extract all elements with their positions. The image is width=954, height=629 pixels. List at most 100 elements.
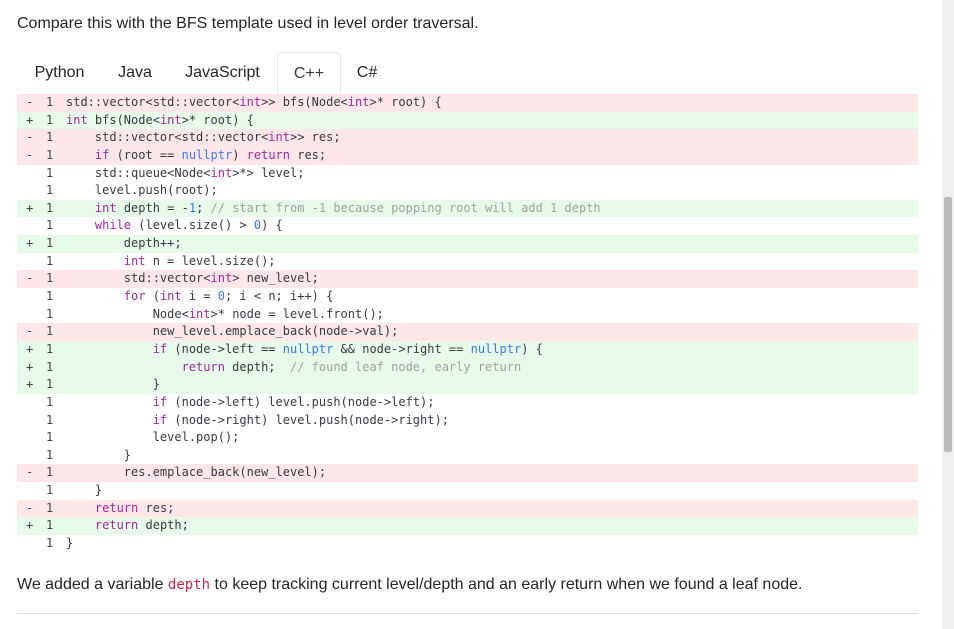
diff-line-context: 1 while (level.size() > 0) { [17,217,918,235]
diff-code-block: -1 std::vector<std::vector<int>> bfs(Node… [17,94,918,553]
section-divider [17,613,918,614]
code-text: } [66,536,74,551]
line-number: 1 [46,183,54,198]
diff-marker: - [26,500,34,515]
diff-line-added: +1 if (node->left == nullptr && node->ri… [17,340,918,359]
line-number: 1 [46,130,54,145]
line-number: 1 [46,518,54,533]
tab-python[interactable]: Python [17,52,102,93]
code-text: std::queue<Node<int>*> level; [66,165,305,180]
diff-line-removed: -1 std::vector<std::vector<int>> bfs(Node… [17,94,918,112]
line-number: 1 [46,447,54,462]
tab-cpp[interactable]: C++ [277,52,341,95]
code-text: res.emplace_back(new_level); [66,465,327,480]
line-number: 1 [46,341,54,356]
diff-line-context: 1 for (int i = 0; i < n; i++) { [17,288,918,306]
code-text: } [66,377,160,392]
diff-line-removed: -1 std::vector<std::vector<int>> res; [17,129,918,147]
line-number: 1 [46,165,54,180]
outro-text-before: We added a variable [17,576,168,593]
diff-marker: + [26,518,34,533]
diff-marker: - [26,324,34,339]
line-number: 1 [46,500,54,515]
diff-line-added: +1 depth++; [17,235,918,253]
inline-code-depth: depth [167,577,211,593]
line-number: 1 [46,218,54,233]
diff-line-context: 1 if (node->right) level.push(node->righ… [17,412,918,430]
intro-paragraph: Compare this with the BFS template used … [17,15,479,32]
diff-line-removed: -1 std::vector<int> new_level; [17,270,918,289]
diff-marker: + [26,112,34,127]
line-number: 1 [46,359,54,374]
diff-marker: + [26,200,34,215]
code-text: } [66,447,132,462]
diff-line-context: 1 int n = level.size(); [17,253,918,271]
tab-javascript[interactable]: JavaScript [168,52,277,93]
code-text: return res; [94,500,175,515]
scrollbar-thumb[interactable] [944,197,952,452]
code-text: } [66,483,103,498]
line-number: 1 [46,306,54,321]
code-text: std::vector<int> new_level; [66,271,319,286]
code-text: int depth = -1; // start from -1 because… [94,200,601,215]
code-text: int n = level.size(); [123,253,276,268]
diff-line-added: +1 } [17,376,918,394]
language-tabs: Python Java JavaScript C++ C# [17,52,918,95]
line-number: 1 [46,483,54,498]
diff-line-added: +1 int depth = -1; // start from -1 beca… [17,199,918,218]
diff-line-context: 1 } [17,482,918,500]
code-text: return depth; [94,518,189,533]
line-number: 1 [46,147,54,162]
diff-line-context: 1 if (node->left) level.push(node->left)… [17,394,918,412]
code-text: if (node->left) level.push(node->left); [152,394,435,409]
code-text: std::vector<std::vector<int>> bfs(Node<i… [66,95,442,109]
tab-java[interactable]: Java [102,52,168,93]
diff-line-added: +1 int bfs(Node<int>* root) { [17,111,918,130]
line-number: 1 [46,236,54,251]
line-number: 1 [46,377,54,392]
diff-marker: - [26,465,34,480]
diff-line-context: 1 Node<int>* node = level.front(); [17,306,918,324]
diff-marker: - [26,95,34,109]
diff-line-removed: -1 return res; [17,499,918,518]
code-text: if (root == nullptr) return res; [94,147,327,162]
code-text: if (node->left == nullptr && node->right… [152,341,543,356]
diff-marker: - [26,271,34,286]
code-text: for (int i = 0; i < n; i++) { [123,289,334,304]
diff-marker: + [26,236,34,251]
code-text: std::vector<std::vector<int>> res; [66,130,341,145]
code-text: level.push(root); [66,183,218,198]
code-text: int bfs(Node<int>* root) { [66,112,254,127]
line-number: 1 [46,271,54,286]
diff-line-removed: -1 if (root == nullptr) return res; [17,146,918,165]
line-number: 1 [46,536,54,551]
code-text: new_level.emplace_back(node->val); [66,324,399,339]
diff-line-added: +1 return depth; // found leaf node, ear… [17,358,918,377]
diff-marker: + [26,377,34,392]
diff-line-removed: -1 new_level.emplace_back(node->val); [17,323,918,341]
outro-text-after: to keep tracking current level/depth and… [210,576,803,593]
code-text: depth++; [66,236,182,251]
line-number: 1 [46,430,54,445]
diff-line-context: 1 level.push(root); [17,182,918,200]
article-page: Compare this with the BFS template used … [0,0,954,629]
diff-line-context: 1 level.pop(); [17,429,918,447]
code-text: return depth; // found leaf node, early … [181,359,522,374]
line-number: 1 [46,412,54,427]
diff-marker: - [26,130,34,145]
diff-line-context: 1 std::queue<Node<int>*> level; [17,165,918,183]
line-number: 1 [46,95,54,109]
diff-marker: + [26,341,34,356]
line-number: 1 [46,324,54,339]
page-scrollbar[interactable] [942,0,954,629]
line-number: 1 [46,394,54,409]
code-text: level.pop(); [66,430,240,445]
line-number: 1 [46,465,54,480]
tab-csharp[interactable]: C# [341,52,393,93]
line-number: 1 [46,112,54,127]
line-number: 1 [46,253,54,268]
code-text: while (level.size() > 0) { [94,218,283,233]
line-number: 1 [46,200,54,215]
code-text: Node<int>* node = level.front(); [66,306,384,321]
diff-line-context: 1} [17,535,918,553]
